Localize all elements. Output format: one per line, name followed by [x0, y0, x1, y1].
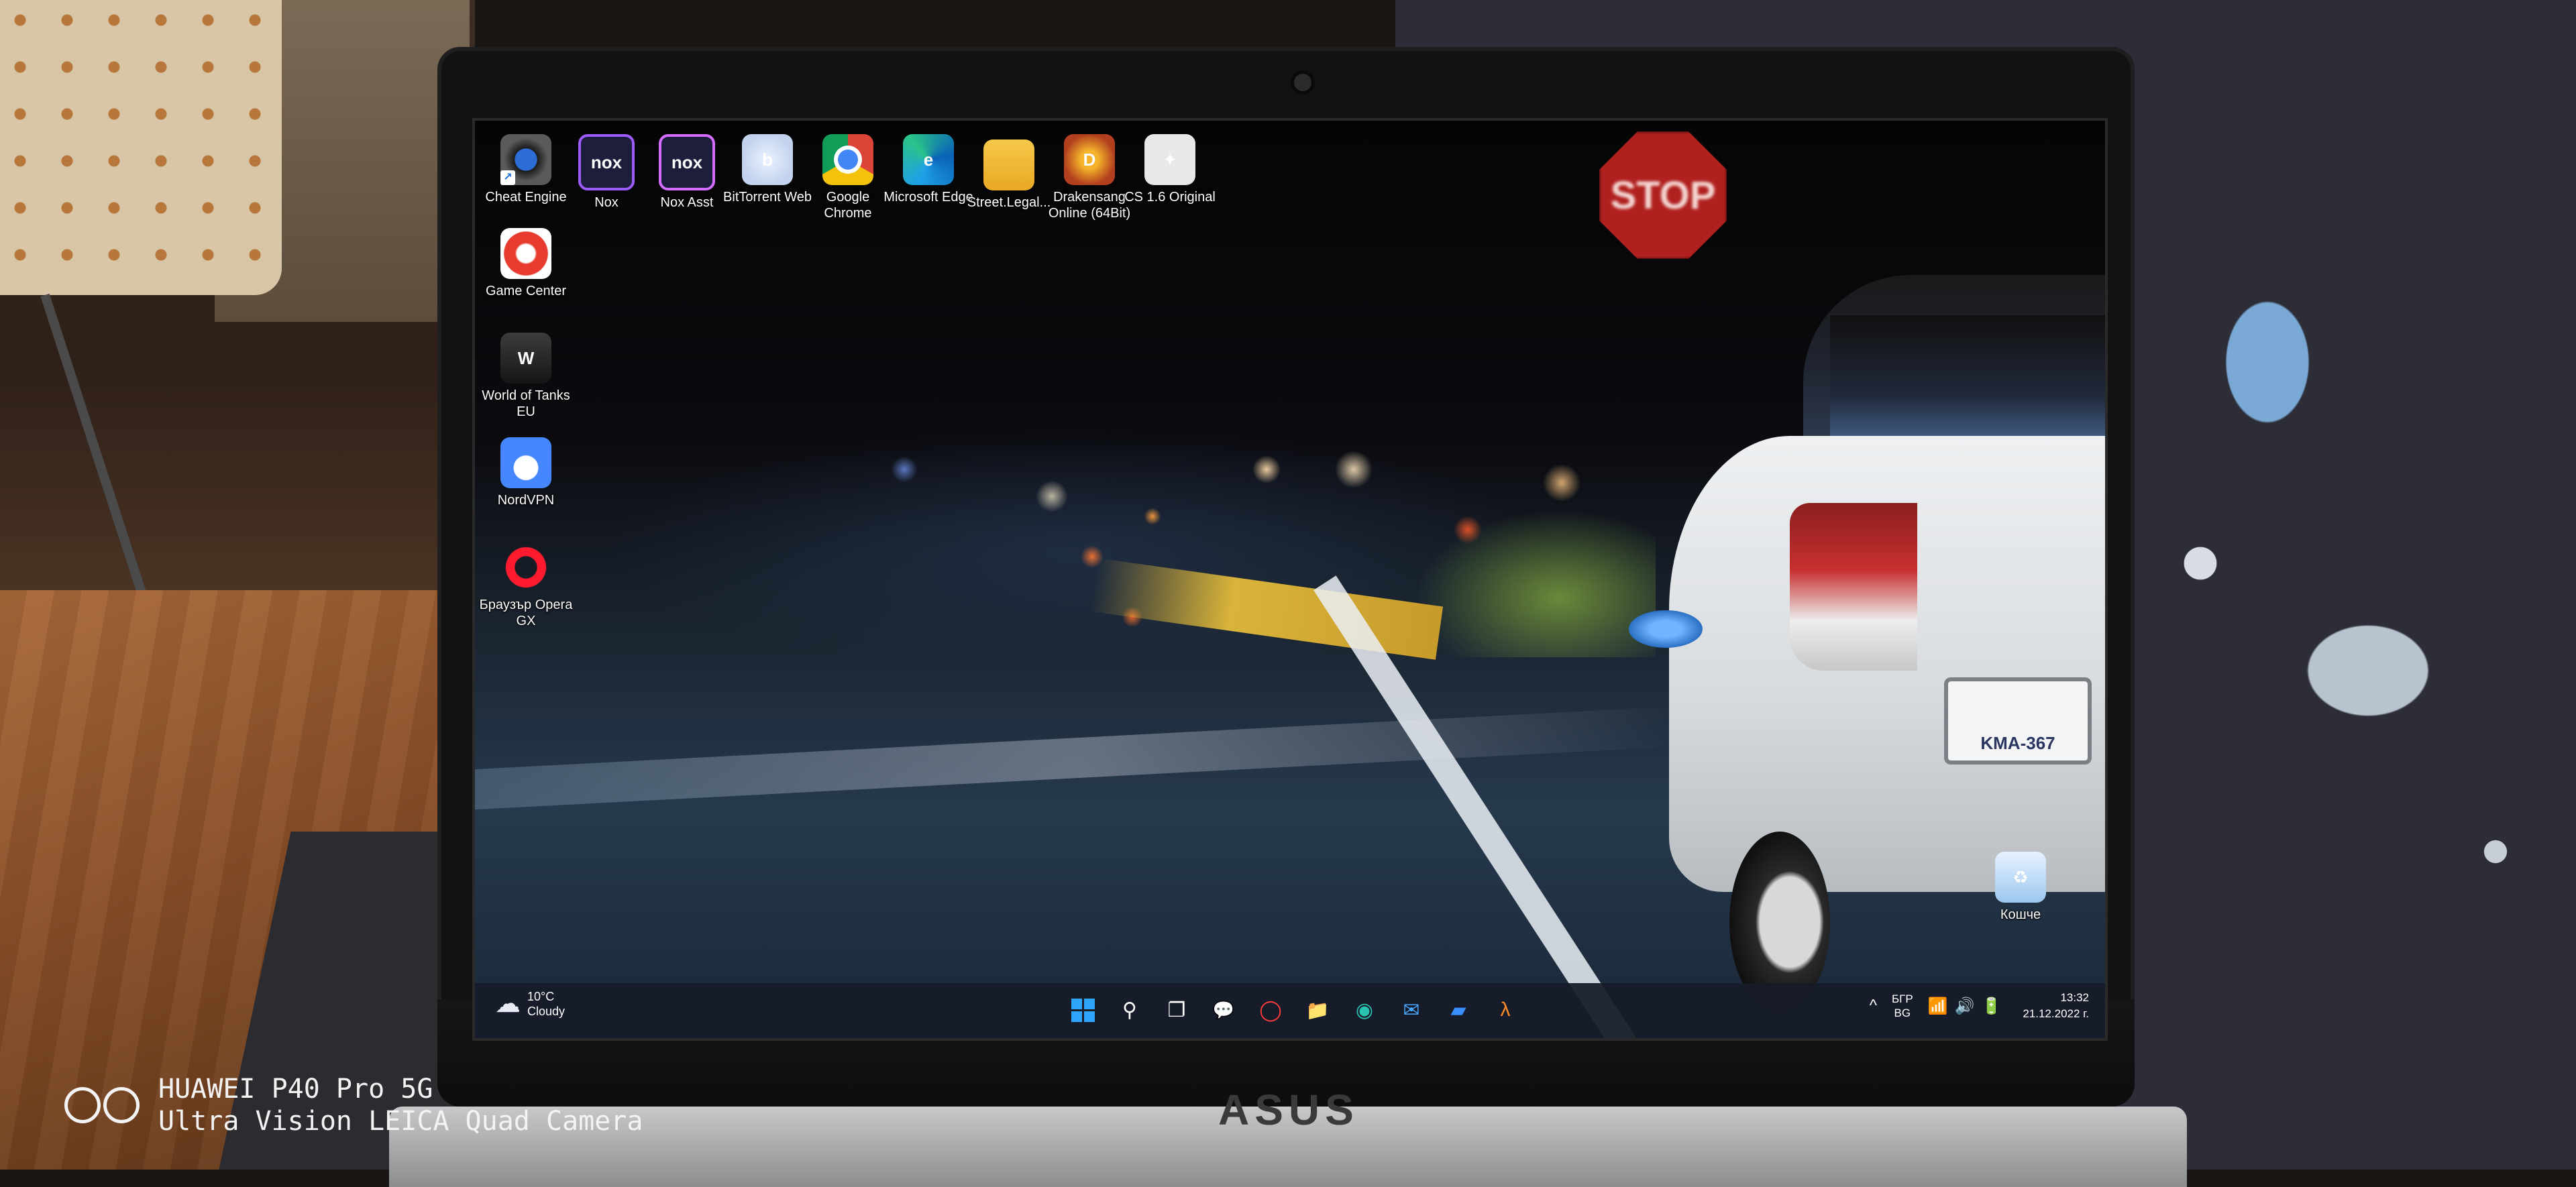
- app-taskbar-button[interactable]: λ: [1488, 993, 1523, 1027]
- folder-icon: [983, 139, 1034, 190]
- weather-text: 10°C Cloudy: [527, 989, 565, 1019]
- world-of-tanks-icon: W: [500, 333, 551, 384]
- desktop-icons: ↗ Cheat Engine nox Nox nox Nox Asst b Bi…: [475, 121, 2105, 1038]
- network-volume-battery-icons[interactable]: 📶🔊🔋: [1928, 997, 2008, 1016]
- desktop-icon-label: BitTorrent Web: [723, 190, 812, 205]
- store-icon: ▰: [1450, 999, 1466, 1021]
- desktop-icon-street-legal-folder[interactable]: Street.Legal...: [967, 134, 1051, 211]
- chat-icon: 💬: [1212, 999, 1235, 1020]
- watermark-line-2: Ultra Vision LEICA Quad Camera: [158, 1106, 643, 1137]
- desktop-icon-cs16[interactable]: ✦ CS 1.6 Original: [1124, 134, 1216, 205]
- laptop-screen: STOP KMA-367 ↗ Cheat Engine nox Nox nox …: [472, 118, 2108, 1041]
- desktop-icon-recycle-bin[interactable]: ♻ Кошче: [1980, 852, 2061, 923]
- desktop-icon-label: Cheat Engine: [485, 190, 567, 205]
- desktop-icon-cheat-engine[interactable]: ↗ Cheat Engine: [485, 134, 567, 205]
- windows-logo-icon: [1071, 998, 1095, 1022]
- desktop-icon-world-of-tanks[interactable]: W World of Tanks EU: [482, 333, 570, 420]
- weather-condition: Cloudy: [527, 1004, 566, 1018]
- edge-icon: e: [903, 134, 954, 185]
- desktop-icon-label: Drakensang Online (64Bit): [1048, 190, 1131, 221]
- show-hidden-icons-button[interactable]: ^: [1870, 997, 1877, 1015]
- file-explorer-icon: 📁: [1305, 999, 1330, 1021]
- desktop-icon-label: Nox Asst: [660, 195, 714, 210]
- task-view-icon: ❐: [1167, 999, 1186, 1021]
- opera-taskbar-button[interactable]: ◯: [1253, 993, 1288, 1027]
- language-line-1: БГР: [1891, 993, 1913, 1005]
- desktop-icon-drakensang[interactable]: D Drakensang Online (64Bit): [1049, 134, 1130, 221]
- clock-date: 21.12.2022 г.: [2023, 1007, 2089, 1020]
- opera-icon: ◯: [1259, 999, 1282, 1021]
- shortcut-arrow-icon: ↗: [500, 170, 515, 185]
- webcam: [1294, 74, 1311, 91]
- desktop-icon-bittorrent[interactable]: b BitTorrent Web: [723, 134, 812, 205]
- taskbar: ☁ 10°C Cloudy ⚲ ❐ 💬 ◯ 📁 ◉ ✉ ▰ λ ^ БГР BG: [475, 983, 2105, 1038]
- desktop-icon-label: Google Chrome: [824, 190, 872, 221]
- desktop-icon-label: CS 1.6 Original: [1124, 190, 1216, 205]
- desktop-icon-chrome[interactable]: Google Chrome: [808, 134, 888, 221]
- desktop-icon-label: NordVPN: [497, 493, 555, 508]
- desktop-icon-label: Street.Legal...: [967, 195, 1051, 210]
- cheat-engine-icon: ↗: [500, 134, 551, 185]
- desktop-icon-label: Nox: [594, 195, 619, 210]
- watermark-line-1: HUAWEI P40 Pro 5G: [158, 1074, 433, 1105]
- bittorrent-icon: b: [742, 134, 793, 185]
- watermark-text: HUAWEI P40 Pro 5G Ultra Vision LEICA Qua…: [158, 1073, 643, 1137]
- file-explorer-button[interactable]: 📁: [1300, 993, 1335, 1027]
- cloud-icon: ☁: [495, 990, 521, 1018]
- mail-icon: ✉: [1403, 999, 1420, 1021]
- camera-logo-icon: [64, 1087, 140, 1123]
- chrome-icon: [822, 134, 873, 185]
- desktop-icon-label: Microsoft Edge: [883, 190, 973, 205]
- language-indicator[interactable]: БГР BG: [1892, 992, 1913, 1020]
- store-button[interactable]: ▰: [1441, 993, 1476, 1027]
- search-button[interactable]: ⚲: [1112, 993, 1147, 1027]
- desktop-icon-opera-gx[interactable]: Браузър Opera GX: [480, 542, 572, 629]
- desktop-icon-label: Кошче: [2000, 907, 2041, 922]
- tablecloth: [0, 0, 282, 295]
- desktop-icon-nox[interactable]: nox Nox: [566, 134, 647, 211]
- nox-icon: nox: [578, 134, 635, 190]
- laptop-logo: ASUS: [1218, 1086, 1359, 1134]
- taskbar-pinned-apps: ⚲ ❐ 💬 ◯ 📁 ◉ ✉ ▰ λ: [1065, 993, 1523, 1027]
- start-button[interactable]: [1065, 993, 1100, 1027]
- chat-button[interactable]: 💬: [1206, 993, 1241, 1027]
- system-tray: ^ БГР BG 📶🔊🔋 13:32 21.12.2022 г.: [1870, 990, 2089, 1022]
- desktop-icon-nordvpn[interactable]: ▲ NordVPN: [486, 437, 566, 508]
- desktop-icon-label: Game Center: [485, 284, 567, 298]
- nordvpn-icon: ▲: [500, 437, 551, 488]
- mail-button[interactable]: ✉: [1394, 993, 1429, 1027]
- desktop-icon-nox-asst[interactable]: nox Nox Asst: [647, 134, 727, 211]
- desktop-icon-game-center[interactable]: Game Center: [486, 228, 566, 299]
- edge-taskbar-button[interactable]: ◉: [1347, 993, 1382, 1027]
- task-view-button[interactable]: ❐: [1159, 993, 1194, 1027]
- edge-icon: ◉: [1355, 999, 1374, 1021]
- clock-time: 13:32: [2060, 991, 2089, 1004]
- desktop-icon-edge[interactable]: e Microsoft Edge: [883, 134, 973, 205]
- opera-gx-icon: [500, 542, 551, 593]
- language-line-2: BG: [1894, 1007, 1911, 1019]
- desktop-icon-label: World of Tanks EU: [482, 388, 570, 419]
- clock[interactable]: 13:32 21.12.2022 г.: [2023, 990, 2089, 1022]
- weather-widget[interactable]: ☁ 10°C Cloudy: [495, 988, 565, 1019]
- nox-assistant-icon: nox: [659, 134, 715, 190]
- search-icon: ⚲: [1122, 999, 1137, 1021]
- desktop-icon-label: Браузър Opera GX: [479, 598, 573, 628]
- drakensang-icon: D: [1064, 134, 1115, 185]
- camera-watermark: HUAWEI P40 Pro 5G Ultra Vision LEICA Qua…: [64, 1073, 643, 1137]
- recycle-bin-icon: ♻: [1995, 852, 2046, 903]
- half-life-icon: λ: [1500, 999, 1511, 1021]
- cs-icon: ✦: [1144, 134, 1195, 185]
- weather-temperature: 10°C: [527, 989, 555, 1003]
- game-center-icon: [500, 228, 551, 279]
